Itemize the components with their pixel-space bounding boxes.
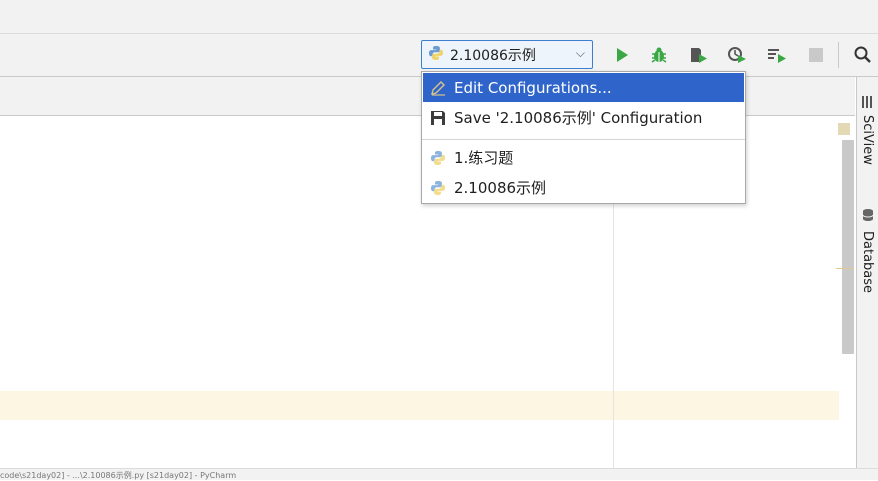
coverage-icon [691, 48, 707, 63]
run-button[interactable] [611, 44, 633, 66]
menu-separator [422, 139, 745, 140]
menu-item-label: 1.练习题 [454, 149, 514, 167]
run-configuration-label: 2.10086示例 [450, 47, 536, 64]
run-with-coverage-button[interactable] [688, 44, 710, 66]
sciview-tool-button[interactable]: SciView [860, 115, 875, 165]
menu-item-run-config-1[interactable]: 1.练习题 [423, 143, 744, 172]
sciview-icon [861, 95, 875, 109]
run-icon [617, 48, 628, 62]
python-icon [429, 179, 447, 197]
menu-item-label: 2.10086示例 [454, 179, 547, 197]
run-configuration-popup-menu: Edit Configurations... Save '2.10086示例' … [421, 71, 746, 204]
concurrency-icon [768, 49, 786, 63]
search-icon [854, 46, 871, 63]
menu-item-edit-configurations[interactable]: Edit Configurations... [423, 73, 744, 102]
stop-button[interactable] [805, 44, 827, 66]
toolbar-separator [838, 42, 839, 68]
chevron-down-icon: ⌵ [575, 46, 585, 60]
menu-item-label: Edit Configurations... [454, 78, 612, 97]
python-icon [428, 45, 444, 65]
menu-item-run-config-2[interactable]: 2.10086示例 [423, 173, 744, 202]
profiler-icon [728, 47, 746, 63]
save-icon [429, 109, 447, 127]
editor-scrollbar-thumb[interactable] [842, 140, 854, 354]
python-icon [429, 149, 447, 167]
bug-icon [651, 47, 667, 63]
inspection-status-marker[interactable] [838, 123, 850, 135]
right-tool-window-strip: SciView Database [856, 77, 878, 468]
pencil-icon [429, 79, 447, 97]
caret-row-highlight [0, 391, 855, 420]
database-icon [861, 208, 875, 222]
menu-item-label: Save '2.10086示例' Configuration [454, 109, 703, 127]
menu-item-save-configuration[interactable]: Save '2.10086示例' Configuration [423, 103, 744, 132]
status-bar-text: code\s21day02] - ...\2.10086示例.py [s21da… [0, 471, 237, 480]
search-everywhere-button[interactable] [852, 44, 874, 66]
debug-button[interactable] [648, 44, 670, 66]
profile-button[interactable] [726, 44, 748, 66]
window-title-strip [0, 0, 878, 34]
concurrency-diagram-button[interactable] [766, 44, 788, 66]
error-stripe-mark[interactable] [836, 268, 854, 269]
database-tool-button[interactable]: Database [860, 231, 875, 293]
run-configuration-selector[interactable]: 2.10086示例 ⌵ [421, 40, 593, 69]
stop-icon [809, 48, 823, 62]
